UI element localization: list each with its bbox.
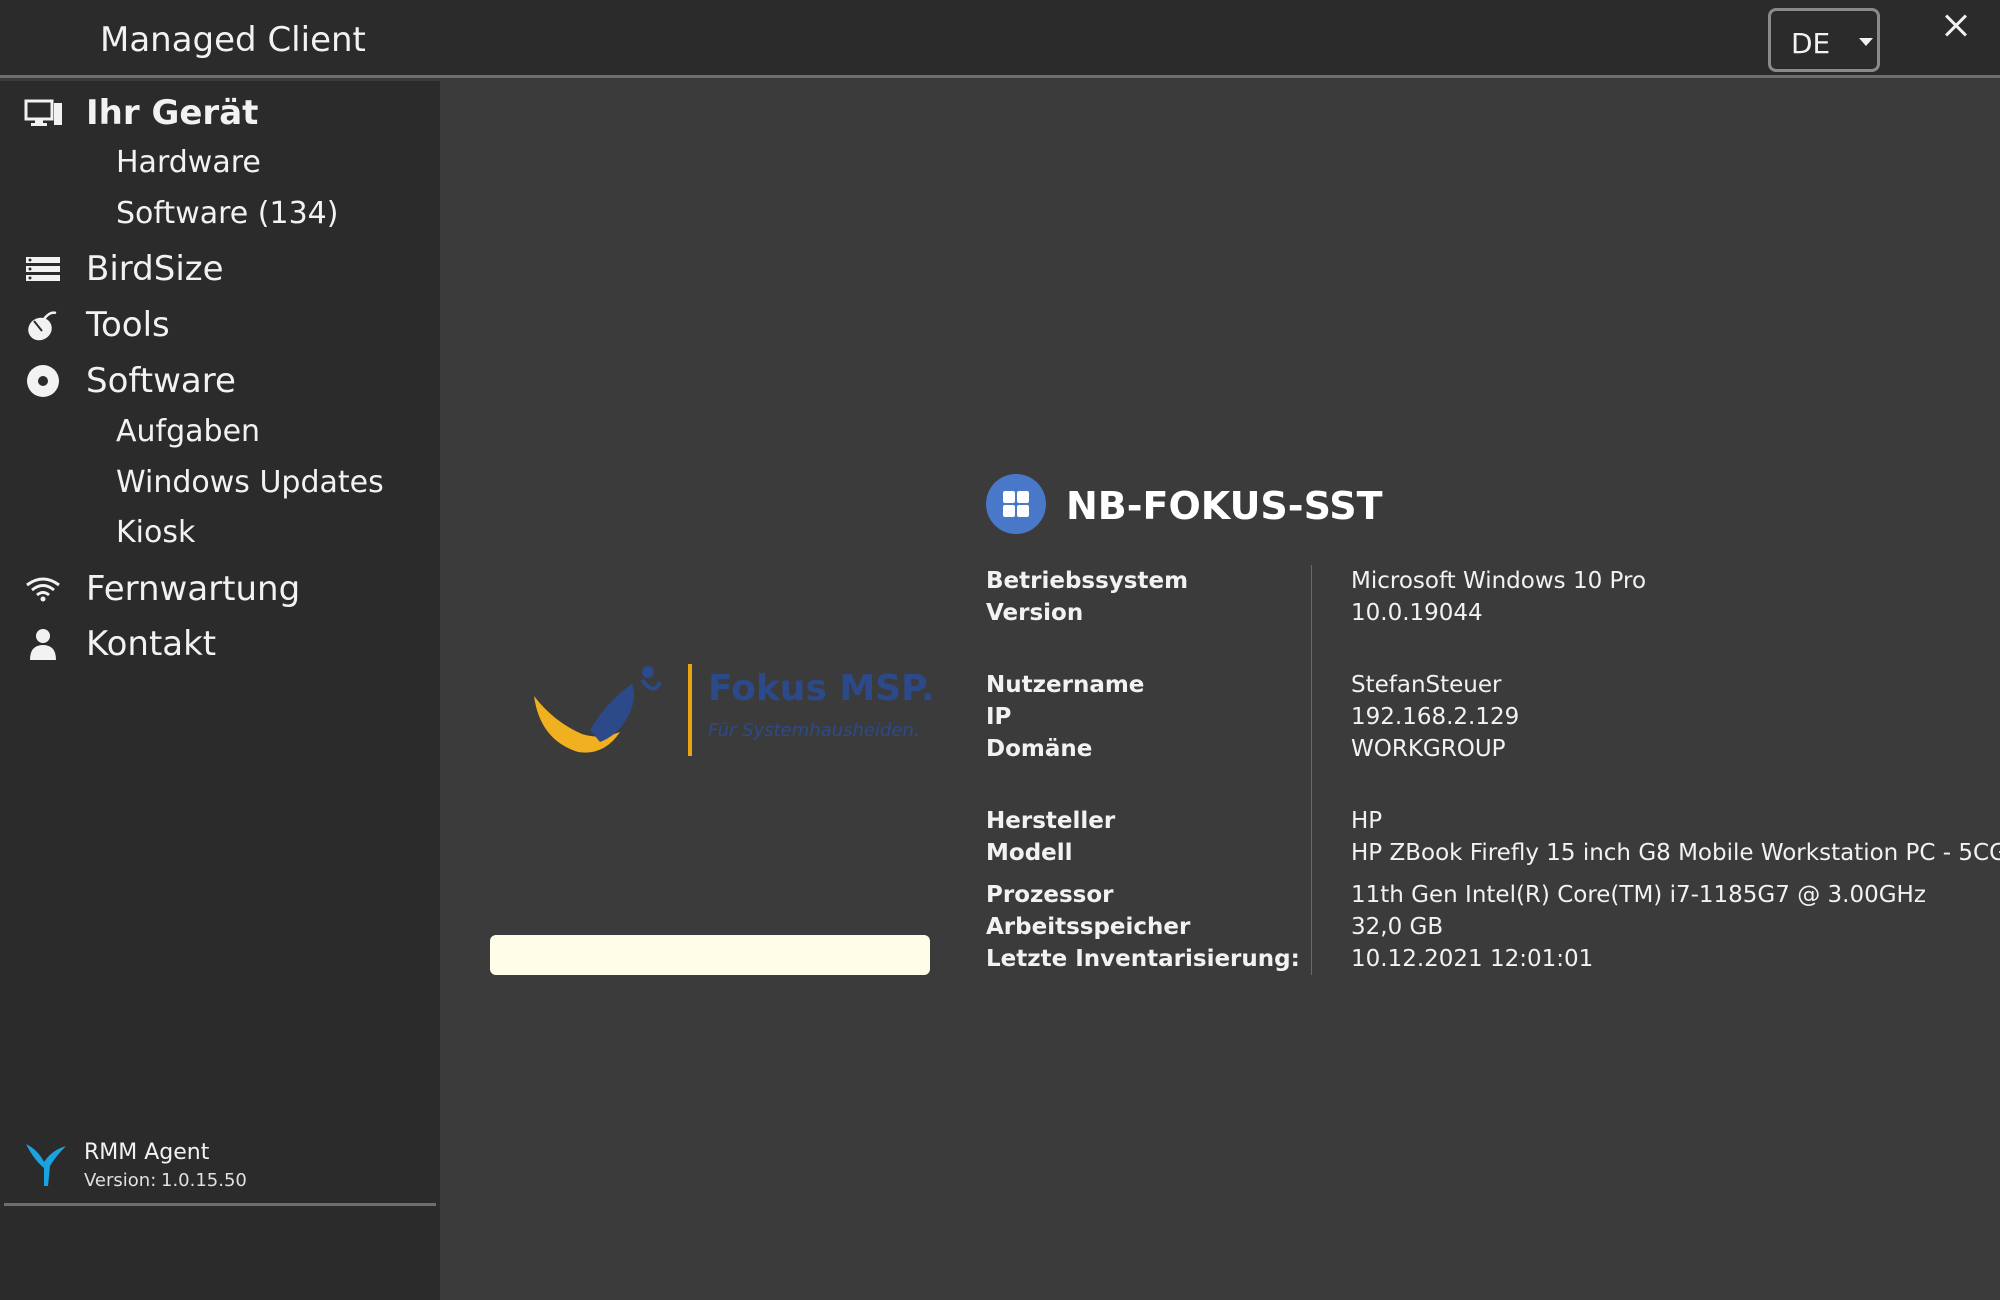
info-label: Letzte Inventarisierung: xyxy=(986,946,1300,972)
sidebar-item-label: Software xyxy=(86,361,236,401)
sidebar-subitem-software-list[interactable]: Software (134) xyxy=(116,192,416,236)
monitor-icon xyxy=(24,99,62,126)
device-name: NB-FOKUS-SST xyxy=(1066,484,1383,528)
info-value: StefanSteuer xyxy=(1351,672,1502,698)
info-label: IP xyxy=(986,704,1012,730)
logo-divider xyxy=(688,664,692,756)
disc-icon xyxy=(27,365,59,397)
title-bar: Managed Client DE xyxy=(0,0,2000,78)
caret-down-icon xyxy=(1859,38,1873,46)
sidebar-subitem-aufgaben[interactable]: Aufgaben xyxy=(116,410,416,454)
sidebar-subitem-label: Aufgaben xyxy=(116,414,261,449)
agent-version-label: Version: xyxy=(84,1170,157,1191)
action-button[interactable] xyxy=(490,935,930,975)
wifi-icon xyxy=(26,577,60,602)
sidebar-item-ihr-geraet[interactable]: Ihr Gerät xyxy=(0,87,440,139)
sidebar-subitem-hardware[interactable]: Hardware xyxy=(116,141,416,185)
sidebar-item-label: Fernwartung xyxy=(86,569,301,609)
info-label: Prozessor xyxy=(986,882,1114,908)
sidebar-item-kontakt[interactable]: Kontakt xyxy=(0,618,440,670)
info-label: Version xyxy=(986,600,1084,626)
logo-bird-icon xyxy=(534,666,662,753)
sidebar: Ihr Gerät Hardware Software (134) BirdSi… xyxy=(0,81,440,1300)
info-label: Arbeitsspeicher xyxy=(986,914,1191,940)
sidebar-item-label: Kontakt xyxy=(86,624,217,664)
sidebar-item-tools[interactable]: Tools xyxy=(0,299,440,351)
agent-name: RMM Agent xyxy=(84,1140,210,1165)
logo-name: Fokus MSP. xyxy=(708,668,935,709)
info-value: 10.12.2021 12:01:01 xyxy=(1351,946,1594,972)
company-logo: Fokus MSP. Für Systemhausheiden. xyxy=(530,660,950,760)
close-button[interactable] xyxy=(1940,4,1984,48)
info-label: Hersteller xyxy=(986,808,1116,834)
sidebar-subitem-label: Kiosk xyxy=(116,515,196,550)
info-value: HP xyxy=(1351,808,1383,834)
sidebar-subitem-label: Software (134) xyxy=(116,196,339,231)
language-value: DE xyxy=(1791,27,1831,60)
sidebar-item-label: BirdSize xyxy=(86,249,224,289)
person-icon xyxy=(30,629,56,660)
server-icon xyxy=(26,257,60,281)
info-value: 11th Gen Intel(R) Core(TM) i7-1185G7 @ 3… xyxy=(1351,882,1926,908)
sidebar-divider xyxy=(4,1203,436,1206)
mouse-icon xyxy=(28,311,57,341)
sidebar-item-label: Ihr Gerät xyxy=(86,93,259,133)
sidebar-item-birdsize[interactable]: BirdSize xyxy=(0,243,440,295)
logo-tagline: Für Systemhausheiden. xyxy=(708,720,920,741)
info-value: 10.0.19044 xyxy=(1351,600,1483,626)
sidebar-item-fernwartung[interactable]: Fernwartung xyxy=(0,563,440,615)
windows-icon xyxy=(986,474,1046,534)
sidebar-subitem-kiosk[interactable]: Kiosk xyxy=(116,511,416,555)
hummingbird-icon xyxy=(26,1144,66,1186)
agent-version: 1.0.15.50 xyxy=(161,1170,247,1191)
info-value: WORKGROUP xyxy=(1351,736,1506,762)
info-value: HP ZBook Firefly 15 inch G8 Mobile Works… xyxy=(1351,840,2000,866)
info-label: Domäne xyxy=(986,736,1093,762)
info-label: Betriebssystem xyxy=(986,568,1189,594)
app-title: Managed Client xyxy=(100,20,366,60)
sidebar-subitem-label: Windows Updates xyxy=(116,465,384,500)
info-label: Modell xyxy=(986,840,1073,866)
info-value: 192.168.2.129 xyxy=(1351,704,1520,730)
info-value: 32,0 GB xyxy=(1351,914,1444,940)
info-divider xyxy=(1311,565,1312,975)
sidebar-subitem-label: Hardware xyxy=(116,145,261,180)
sidebar-item-software[interactable]: Software xyxy=(0,355,440,407)
info-value: Microsoft Windows 10 Pro xyxy=(1351,568,1647,594)
sidebar-subitem-windows-updates[interactable]: Windows Updates xyxy=(116,461,416,505)
info-label: Nutzername xyxy=(986,672,1145,698)
language-select[interactable]: DE xyxy=(1768,8,1880,72)
sidebar-item-label: Tools xyxy=(86,305,170,345)
